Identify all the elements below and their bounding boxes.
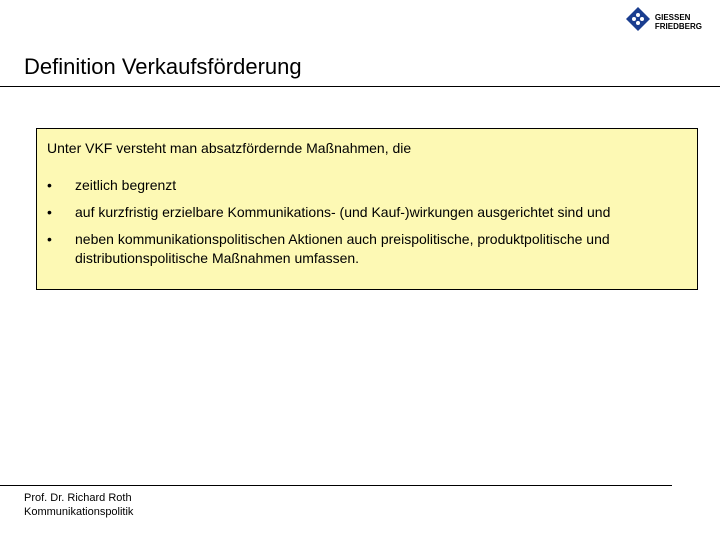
bullet-text: auf kurzfristig erzielbare Kommunikation… (75, 203, 687, 230)
definition-box: Unter VKF versteht man absatzfördernde M… (36, 128, 698, 290)
list-item: • neben kommunikationspolitischen Aktion… (47, 230, 687, 276)
institution-logo: GIESSEN FRIEDBERG (625, 6, 702, 40)
bullet-text: neben kommunikationspolitischen Aktionen… (75, 230, 687, 276)
footer-divider (0, 485, 672, 486)
bullet-mark: • (47, 176, 75, 203)
bullet-mark: • (47, 203, 75, 230)
bullet-mark: • (47, 230, 75, 276)
logo-line2: FRIEDBERG (655, 23, 702, 32)
list-item: • zeitlich begrenzt (47, 176, 687, 203)
footer-subject: Kommunikationspolitik (24, 506, 696, 518)
bullet-text: zeitlich begrenzt (75, 176, 687, 203)
slide-title: Definition Verkaufsförderung (24, 54, 720, 80)
title-divider (0, 86, 720, 87)
logo-text: GIESSEN FRIEDBERG (655, 14, 702, 32)
logo-icon (625, 6, 651, 40)
footer-author: Prof. Dr. Richard Roth (24, 492, 696, 504)
slide-footer: Prof. Dr. Richard Roth Kommunikationspol… (24, 485, 696, 520)
intro-text: Unter VKF versteht man absatzfördernde M… (47, 139, 687, 158)
list-item: • auf kurzfristig erzielbare Kommunikati… (47, 203, 687, 230)
slide-header: Definition Verkaufsförderung (24, 54, 720, 87)
bullet-list: • zeitlich begrenzt • auf kurzfristig er… (47, 176, 687, 276)
